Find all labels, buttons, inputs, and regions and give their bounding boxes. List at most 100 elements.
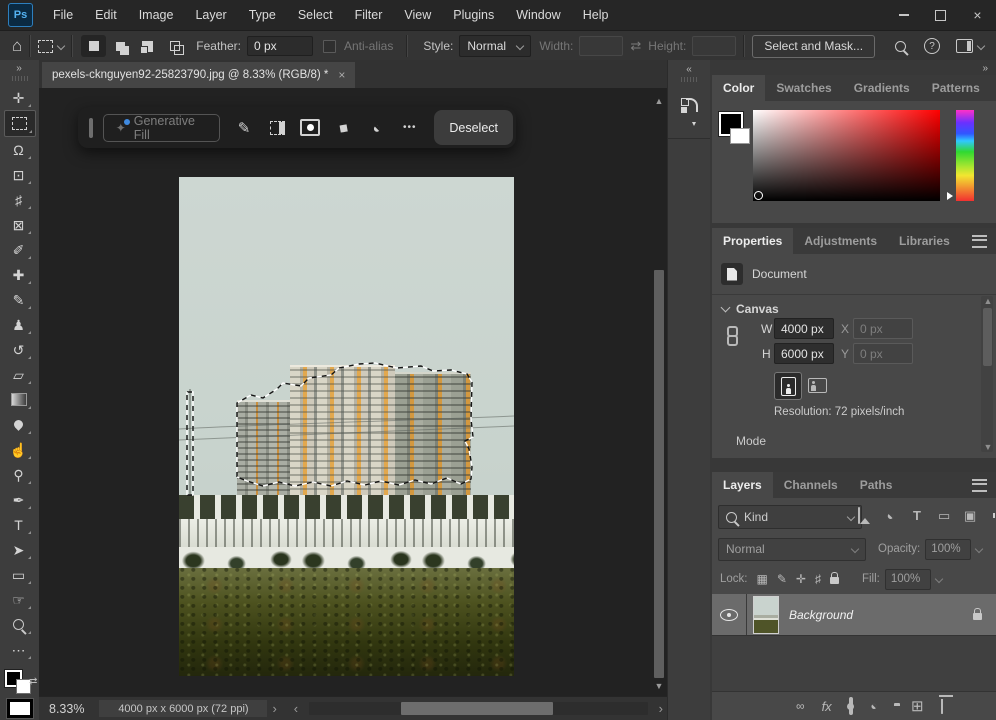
filter-shape-layers-icon[interactable]: ▭ <box>938 508 950 524</box>
intersect-selection-button[interactable] <box>162 35 187 57</box>
more-options-icon[interactable]: ••• <box>393 122 426 133</box>
status-chevron-icon[interactable]: › <box>272 701 276 716</box>
workspace-switcher[interactable] <box>956 39 984 53</box>
maximize-button[interactable] <box>922 0 959 30</box>
canvas-x-input[interactable]: 0 px <box>853 318 913 339</box>
lasso-tool[interactable]: Ω <box>4 137 34 162</box>
clone-stamp-tool[interactable]: ♟ <box>4 312 34 337</box>
layers-panel-menu[interactable] <box>963 472 996 498</box>
tab-paths[interactable]: Paths <box>849 472 904 498</box>
fill-selection-icon[interactable]: ◆ <box>327 120 360 136</box>
tab-swatches[interactable]: Swatches <box>765 75 842 101</box>
close-button[interactable]: × <box>959 0 996 30</box>
tab-gradients[interactable]: Gradients <box>843 75 921 101</box>
chevron-down-icon[interactable] <box>935 575 943 583</box>
scroll-up-icon[interactable]: ▲ <box>981 296 995 306</box>
layer-row-background[interactable]: Background <box>712 594 996 636</box>
toolbar-grip[interactable] <box>12 76 28 81</box>
landscape-orientation-button[interactable] <box>804 372 830 398</box>
swap-dimensions-icon[interactable]: ⇄ <box>630 38 641 54</box>
menu-file[interactable]: File <box>42 0 84 30</box>
path-selection-tool[interactable]: ➤ <box>4 537 34 562</box>
hue-slider-arrow[interactable] <box>947 192 953 200</box>
menu-help[interactable]: Help <box>572 0 620 30</box>
photo-document[interactable] <box>179 177 514 676</box>
scroll-down-icon[interactable]: ▼ <box>981 442 995 452</box>
rectangular-marquee-tool[interactable] <box>4 110 36 137</box>
opacity-input[interactable]: 100% <box>925 539 971 560</box>
toolbar-collapse-icon[interactable]: » <box>16 63 23 74</box>
subtract-from-selection-button[interactable] <box>135 35 160 57</box>
hand-tool[interactable]: ☞ <box>4 587 34 612</box>
vertical-scroll-thumb[interactable] <box>654 270 664 678</box>
menu-plugins[interactable]: Plugins <box>442 0 505 30</box>
tab-adjustments[interactable]: Adjustments <box>793 228 888 254</box>
layer-visibility-cell[interactable] <box>712 594 747 635</box>
zoom-tool[interactable] <box>4 612 34 637</box>
saturation-brightness-field[interactable] <box>753 110 940 201</box>
properties-scrollbar[interactable]: ▲ ▼ <box>981 296 993 452</box>
color-panel-menu[interactable] <box>991 75 996 101</box>
zoom-level[interactable]: 8.33% <box>49 702 84 716</box>
scroll-left-icon[interactable]: ‹ <box>294 701 298 716</box>
canvas-height-input[interactable]: 6000 px <box>774 343 834 364</box>
document-size-status[interactable]: 4000 px x 6000 px (72 ppi) <box>99 700 267 717</box>
scroll-down-icon[interactable]: ▼ <box>652 681 666 691</box>
canvas-vertical-scrollbar[interactable]: ▲ ▼ <box>652 92 666 693</box>
canvas-horizontal-scrollbar[interactable] <box>309 702 648 715</box>
rectangle-tool[interactable]: ▭ <box>4 562 34 587</box>
generative-fill-button[interactable]: ✦ Generative Fill <box>103 114 220 142</box>
add-to-selection-button[interactable] <box>108 35 133 57</box>
minimize-button[interactable] <box>885 0 922 30</box>
modify-selection-brush-icon[interactable]: ✎ <box>228 119 261 137</box>
home-icon[interactable]: ⌂ <box>12 36 22 56</box>
canvas-y-input[interactable]: 0 px <box>853 343 913 364</box>
tab-layers[interactable]: Layers <box>712 472 773 498</box>
menu-edit[interactable]: Edit <box>84 0 128 30</box>
filter-type-layers-icon[interactable]: T <box>913 508 921 523</box>
new-adjustment-layer-icon[interactable]: ◐ <box>866 698 881 713</box>
new-layer-icon[interactable]: ⊞ <box>911 697 924 715</box>
lock-position-icon[interactable]: ✛ <box>796 572 806 586</box>
menu-view[interactable]: View <box>393 0 442 30</box>
tab-properties[interactable]: Properties <box>712 228 793 254</box>
layer-effects-icon[interactable]: fx <box>822 699 832 714</box>
eyedropper-tool[interactable]: ✐ <box>4 237 34 262</box>
foreground-background-swatches[interactable] <box>5 670 31 694</box>
scroll-up-icon[interactable]: ▲ <box>652 96 666 106</box>
tab-channels[interactable]: Channels <box>773 472 849 498</box>
smudge-tool[interactable]: ☝ <box>4 437 34 462</box>
select-and-mask-button[interactable]: Select and Mask... <box>752 35 875 58</box>
quick-mask-indicator[interactable] <box>7 699 33 718</box>
add-layer-mask-icon[interactable] <box>849 699 853 713</box>
edit-toolbar-tool[interactable]: ⋯ <box>4 637 34 662</box>
style-dropdown[interactable]: Normal <box>459 35 531 57</box>
help-icon[interactable]: ? <box>924 38 940 54</box>
background-color-swatch[interactable] <box>730 128 750 144</box>
brush-tool[interactable]: ✎ <box>4 287 34 312</box>
canvas-section-chevron-icon[interactable] <box>721 303 731 313</box>
menu-layer[interactable]: Layer <box>184 0 237 30</box>
tab-color[interactable]: Color <box>712 75 765 101</box>
new-selection-button[interactable] <box>81 35 106 57</box>
tab-libraries[interactable]: Libraries <box>888 228 961 254</box>
close-tab-icon[interactable]: × <box>338 68 345 82</box>
canvas-width-input[interactable]: 4000 px <box>774 318 834 339</box>
lock-all-icon[interactable] <box>830 572 839 586</box>
menu-filter[interactable]: Filter <box>344 0 394 30</box>
menu-type[interactable]: Type <box>238 0 287 30</box>
history-brush-tool[interactable]: ↺ <box>4 337 34 362</box>
scroll-right-icon[interactable]: › <box>659 701 663 716</box>
blend-mode-dropdown[interactable]: Normal <box>718 538 866 561</box>
hue-slider[interactable] <box>956 110 974 201</box>
eraser-tool[interactable]: ▱ <box>4 362 34 387</box>
create-adjustment-icon[interactable]: ◐ <box>360 120 393 136</box>
deselect-button[interactable]: Deselect <box>434 110 513 145</box>
pen-tool[interactable]: ✒ <box>4 487 34 512</box>
link-layers-icon[interactable]: ∞ <box>796 699 805 713</box>
type-tool[interactable]: T <box>4 512 34 537</box>
dodge-tool[interactable]: ⚲ <box>4 462 34 487</box>
strip-collapse-icon[interactable]: « <box>686 64 692 75</box>
height-input[interactable] <box>692 36 736 56</box>
document-tab[interactable]: pexels-cknguyen92-25823790.jpg @ 8.33% (… <box>42 62 355 88</box>
